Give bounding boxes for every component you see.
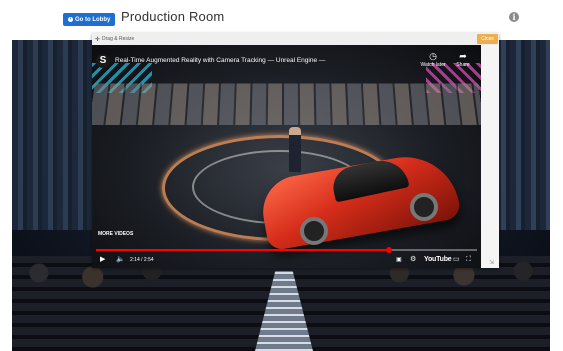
arrow-circle-left-icon: ‹ (68, 16, 73, 22)
presenter-figure (289, 127, 301, 172)
fullscreen-icon[interactable]: ⛶ (466, 254, 471, 266)
channel-logo[interactable]: S (96, 54, 110, 68)
settings-gear-icon[interactable]: ⚙ (410, 254, 416, 266)
share-button[interactable]: ➦ Share (450, 51, 476, 68)
resize-handle-icon[interactable]: ⇲ (489, 259, 494, 266)
captions-icon[interactable]: ▣ (396, 254, 402, 266)
player-controls: ▶ 🔈 2:14 / 2:54 ▣ ⚙ YouTube ▭ ⛶ (92, 254, 481, 266)
progress-bar[interactable] (96, 247, 477, 253)
share-label: Share (456, 62, 470, 68)
more-videos-button[interactable]: MORE VIDEOS (98, 231, 133, 237)
car-wheel-rear (410, 193, 438, 221)
close-button[interactable]: Close (477, 34, 498, 44)
time-display: 2:14 / 2:54 (130, 257, 154, 263)
panel-scrollbar[interactable] (481, 45, 499, 268)
go-to-lobby-label: Go to Lobby (75, 16, 111, 23)
car-wheel-front (300, 217, 328, 245)
cast-icon[interactable]: ▭ (453, 254, 460, 266)
video-title[interactable]: Real-Time Augmented Reality with Camera … (115, 57, 325, 64)
watch-later-label: Watch later (420, 62, 446, 68)
share-arrow-icon: ➦ (459, 51, 467, 61)
info-icon[interactable]: i (509, 12, 519, 22)
clock-icon: ◷ (429, 51, 437, 61)
curtain-left (12, 40, 97, 230)
play-icon[interactable]: ▶ (100, 254, 105, 266)
page-title: Production Room (121, 9, 225, 24)
video-wall-screens (92, 83, 481, 126)
youtube-video-player[interactable]: S Real-Time Augmented Reality with Camer… (92, 45, 481, 268)
volume-icon[interactable]: 🔈 (116, 254, 125, 266)
progress-fill (96, 249, 390, 251)
drag-resize-bar[interactable]: ✛ Drag & Resize (92, 33, 499, 45)
move-icon: ✛ (95, 36, 101, 43)
drag-resize-label: Drag & Resize (102, 36, 135, 42)
video-panel[interactable]: ✛ Drag & Resize Close S Real-Time Augmen… (92, 33, 499, 268)
go-to-lobby-button[interactable]: ‹ Go to Lobby (63, 13, 116, 26)
watch-later-button[interactable]: ◷ Watch later (418, 51, 448, 68)
youtube-logo[interactable]: YouTube (424, 254, 452, 266)
progress-scrubber[interactable] (386, 247, 393, 253)
